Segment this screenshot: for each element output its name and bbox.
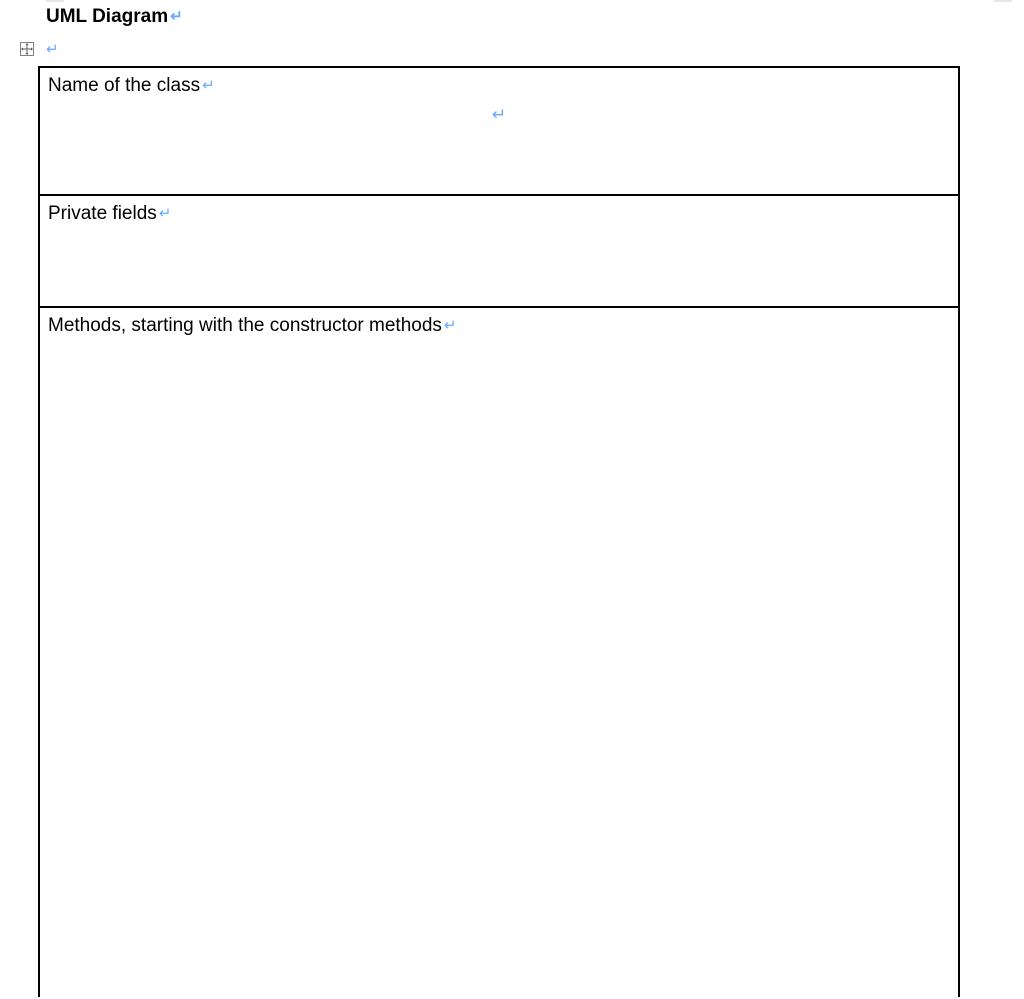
move-icon xyxy=(21,43,33,55)
uml-class-table[interactable]: Name of the class↵ ↵ Private fields↵ Met… xyxy=(38,66,960,997)
document-page: UML Diagram↵ ↵ Name of the class↵ ↵ Priv… xyxy=(0,0,1024,999)
uml-class-name-cell[interactable]: Name of the class↵ ↵ xyxy=(39,67,959,195)
table-move-handle[interactable] xyxy=(20,42,34,56)
cell-label: Private fields xyxy=(48,203,157,224)
margin-guide-left xyxy=(46,0,64,2)
margin-guide-right xyxy=(994,0,1012,2)
heading-uml-diagram[interactable]: UML Diagram↵ xyxy=(46,6,183,28)
uml-methods-cell[interactable]: Methods, starting with the constructor m… xyxy=(39,307,959,997)
paragraph-mark-icon: ↵ xyxy=(40,103,958,127)
heading-text: UML Diagram xyxy=(46,6,168,27)
paragraph-mark-icon: ↵ xyxy=(200,77,215,94)
uml-private-fields-cell[interactable]: Private fields↵ xyxy=(39,195,959,307)
paragraph-mark-icon: ↵ xyxy=(442,317,457,334)
paragraph-mark-icon: ↵ xyxy=(157,205,172,222)
table-row: Private fields↵ xyxy=(39,195,959,307)
table-row: Methods, starting with the constructor m… xyxy=(39,307,959,997)
paragraph-mark-icon: ↵ xyxy=(46,40,59,58)
cell-label: Name of the class xyxy=(48,75,200,96)
paragraph-mark-icon: ↵ xyxy=(168,8,183,25)
table-row: Name of the class↵ ↵ xyxy=(39,67,959,195)
cell-label: Methods, starting with the constructor m… xyxy=(48,315,442,336)
